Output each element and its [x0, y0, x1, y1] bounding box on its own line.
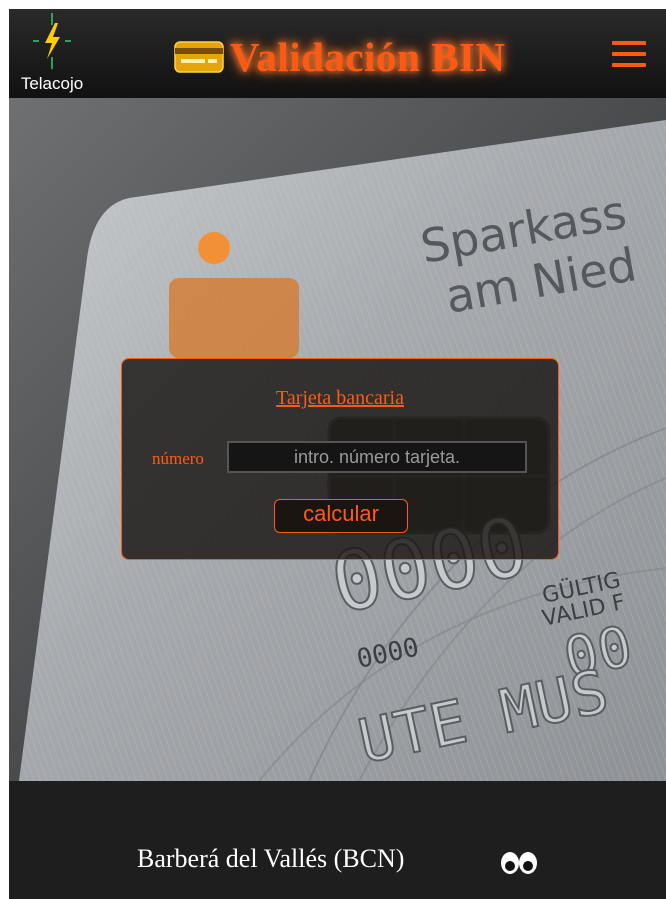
- page-title: Validación BIN: [230, 34, 506, 80]
- title-group: Validación BIN: [174, 34, 506, 80]
- eyes-icon: [501, 852, 537, 874]
- card-number-label: número: [152, 449, 204, 468]
- calculate-button[interactable]: calcular: [274, 499, 408, 533]
- card-number-input[interactable]: [227, 441, 527, 473]
- logo[interactable]: Telacojo: [17, 11, 87, 95]
- header-bar: Telacojo Validación BIN: [9, 9, 666, 98]
- credit-card-icon: [174, 41, 224, 73]
- logo-text: Telacojo: [20, 74, 84, 93]
- hero-credit-card-image: Sparkass am Nied 0000 0000 GÜLTIG VALID …: [9, 98, 666, 781]
- footer-location: Barberá del Vallés (BCN): [137, 844, 405, 873]
- lightning-logo-icon: [33, 13, 71, 69]
- hamburger-menu-icon[interactable]: [612, 39, 646, 69]
- form-title-link[interactable]: Tarjeta bancaria: [122, 387, 558, 410]
- footer: Barberá del Vallés (BCN): [9, 781, 666, 899]
- bin-form-panel: Tarjeta bancaria número calcular: [121, 358, 559, 560]
- app-frame: Telacojo Validación BIN Sparkass am Nied…: [9, 9, 666, 899]
